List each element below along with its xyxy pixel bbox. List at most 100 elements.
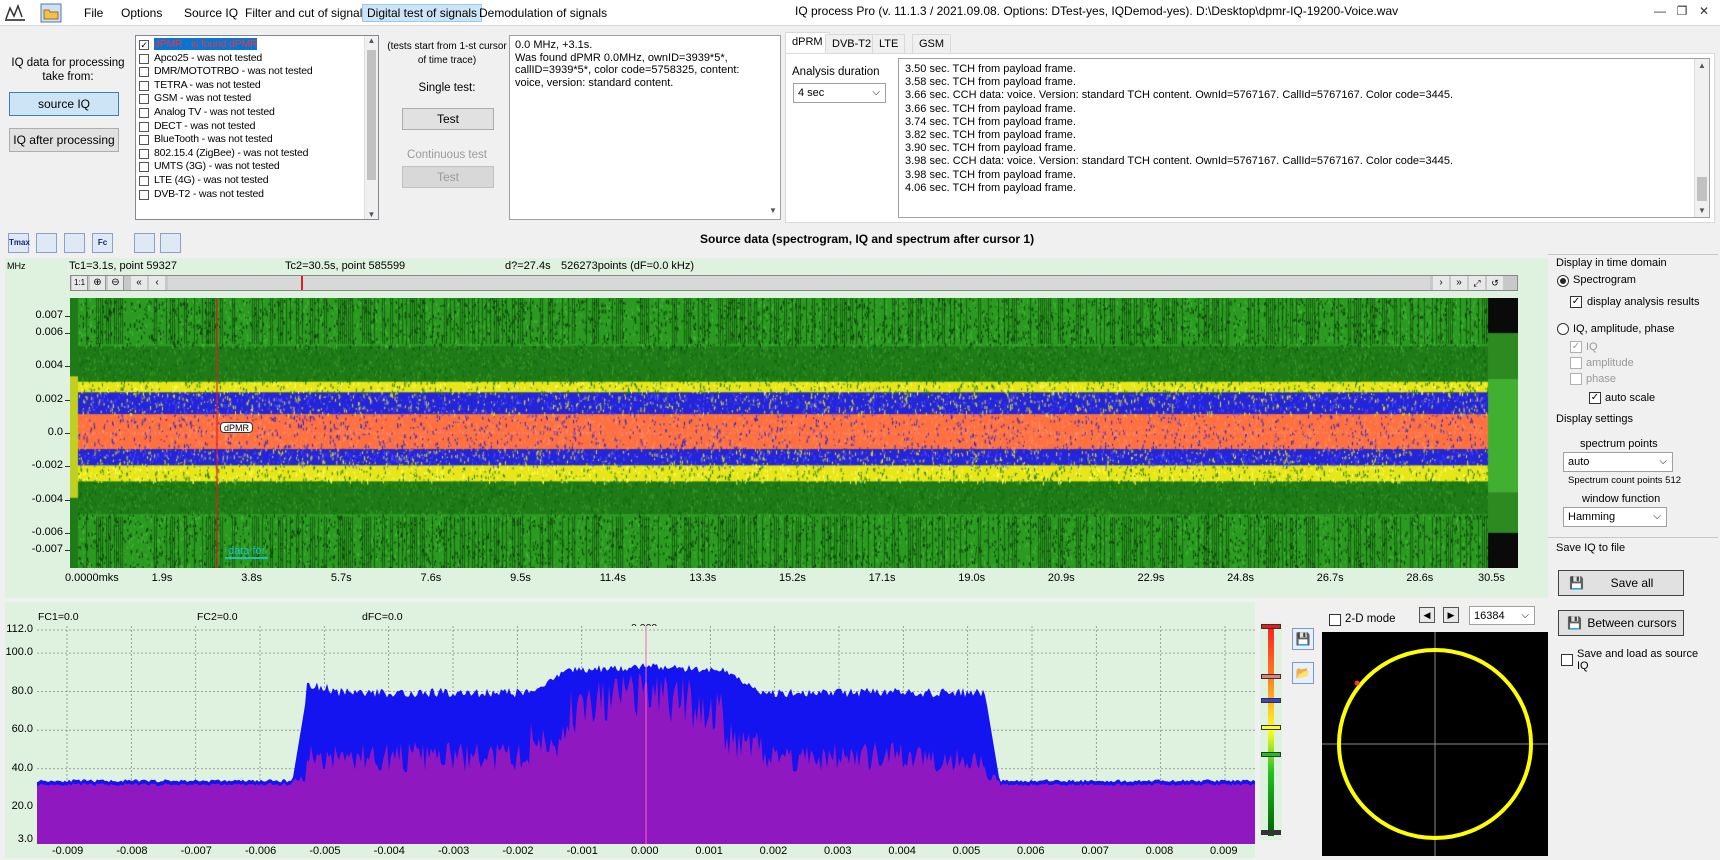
slider-handle[interactable] bbox=[1261, 725, 1281, 730]
analysis-duration-select[interactable]: 4 sec ⌵ bbox=[793, 83, 886, 103]
menu-file[interactable]: File bbox=[80, 4, 107, 22]
time-scroll-track[interactable] bbox=[168, 276, 1430, 290]
signal-list-item[interactable]: BlueTooth - was not tested bbox=[136, 133, 378, 147]
save-spectrum-icon[interactable]: 💾 bbox=[1292, 628, 1314, 650]
iq-plot[interactable] bbox=[1322, 632, 1548, 856]
signal-list-item[interactable]: ✓ dPMR - is found dPMR bbox=[136, 38, 378, 52]
iq-amp-phase-radio[interactable] bbox=[1557, 323, 1569, 335]
tab-dprm[interactable]: dPRM bbox=[785, 32, 830, 53]
restore-icon[interactable]: ❐ bbox=[1674, 4, 1690, 18]
scroll-next-icon[interactable]: › bbox=[1433, 276, 1449, 290]
signal-checkbox[interactable] bbox=[139, 94, 149, 105]
menu-source-iq[interactable]: Source IQ bbox=[180, 4, 242, 22]
signal-list-item[interactable]: TETRA - was not tested bbox=[136, 79, 378, 93]
scroll-first-icon[interactable]: « bbox=[131, 276, 147, 290]
tab-lte[interactable]: LTE bbox=[872, 34, 906, 53]
signal-list-item[interactable]: DECT - was not tested bbox=[136, 120, 378, 134]
reset-icon[interactable]: ↺ bbox=[1487, 276, 1503, 290]
2d-mode-checkbox[interactable] bbox=[1329, 614, 1341, 626]
cursor-left-icon[interactable] bbox=[134, 233, 155, 253]
signal-list-item[interactable]: DVB-T2 - was not tested bbox=[136, 188, 378, 202]
signal-checkbox[interactable] bbox=[139, 53, 149, 64]
zoom-in-icon[interactable]: ⊕ bbox=[90, 276, 106, 290]
signal-list[interactable]: ✓ dPMR - is found dPMR Apco25 - was not te… bbox=[135, 35, 379, 220]
log-scroll-down-icon[interactable]: ▼ bbox=[1695, 204, 1709, 217]
scroll-prev-icon[interactable]: ‹ bbox=[149, 276, 165, 290]
signal-list-scrollbar[interactable]: ▲ ▼ bbox=[364, 36, 378, 219]
save-all-button[interactable]: 💾 Save all bbox=[1558, 570, 1684, 596]
slider-handle[interactable] bbox=[1261, 698, 1281, 703]
tab-gsm[interactable]: GSM bbox=[912, 34, 952, 53]
spectrogram-x-tick: 17.1s bbox=[868, 572, 896, 584]
phase-checkbox[interactable] bbox=[1570, 373, 1582, 385]
minimize-icon[interactable]: — bbox=[1652, 4, 1668, 18]
signal-list-item[interactable]: 802.15.4 (ZigBee) - was not tested bbox=[136, 147, 378, 161]
zoom-out-icon[interactable]: ⊖ bbox=[108, 276, 124, 290]
menu-digital-test[interactable]: Digital test of signals bbox=[362, 4, 483, 22]
signal-list-item[interactable]: LTE (4G) - was not tested bbox=[136, 174, 378, 188]
zoom-1-1-button[interactable]: 1:1 bbox=[72, 276, 88, 290]
between-cursors-button[interactable]: 💾 Between cursors bbox=[1558, 610, 1684, 636]
signal-checkbox[interactable] bbox=[139, 189, 149, 200]
spectrum-plot[interactable] bbox=[37, 626, 1255, 844]
fit-icon[interactable]: ⤢ bbox=[1469, 276, 1485, 290]
iq-after-processing-button[interactable]: IQ after processing bbox=[9, 128, 119, 152]
scroll-down-icon[interactable]: ▼ bbox=[365, 210, 378, 219]
signal-list-item[interactable]: GSM - was not tested bbox=[136, 92, 378, 106]
iq-checkbox[interactable]: ✓ bbox=[1570, 341, 1582, 353]
dpmr-marker-label[interactable]: dPMR bbox=[220, 422, 254, 433]
source-iq-button[interactable]: source IQ bbox=[9, 92, 119, 116]
signal-checkbox[interactable] bbox=[139, 80, 149, 91]
continuous-test-button[interactable]: Test bbox=[402, 166, 494, 188]
time-scrollbar[interactable]: 1:1 ⊕ ⊖ « ‹ › » ⤢ ↺ bbox=[70, 275, 1518, 291]
signal-checkbox[interactable]: ✓ bbox=[139, 40, 149, 50]
color-chart-icon[interactable] bbox=[64, 233, 85, 253]
scroll-up-icon[interactable]: ▲ bbox=[365, 36, 378, 45]
signal-checkbox[interactable] bbox=[139, 121, 149, 132]
fc-icon[interactable]: Fc bbox=[92, 233, 113, 253]
slider-handle[interactable] bbox=[1261, 830, 1281, 835]
display-results-checkbox[interactable]: ✓ bbox=[1570, 296, 1582, 308]
scroll-last-icon[interactable]: » bbox=[1451, 276, 1467, 290]
signal-list-item[interactable]: Apco25 - was not tested bbox=[136, 52, 378, 66]
open-spectrum-icon[interactable]: 📂 bbox=[1292, 662, 1314, 684]
signal-checkbox[interactable] bbox=[139, 175, 149, 186]
cursor-right-icon[interactable] bbox=[160, 233, 181, 253]
scroll-thumb[interactable] bbox=[367, 50, 376, 180]
auto-scale-checkbox[interactable]: ✓ bbox=[1589, 392, 1601, 404]
signal-list-item[interactable]: Analog TV - was not tested bbox=[136, 106, 378, 120]
menu-options[interactable]: Options bbox=[117, 4, 166, 22]
signal-checkbox[interactable] bbox=[139, 162, 149, 173]
result-scroll-down-icon[interactable]: ▼ bbox=[766, 205, 780, 219]
single-test-button[interactable]: Test bbox=[402, 108, 494, 130]
window-function-select[interactable]: Hamming ⌵ bbox=[1563, 507, 1667, 527]
signal-list-item[interactable]: UMTS (3G) - was not tested bbox=[136, 160, 378, 174]
log-scroll-thumb[interactable] bbox=[1697, 177, 1707, 201]
signal-list-item[interactable]: DMR/MOTOTRBO - was not tested bbox=[136, 65, 378, 79]
open-folder-icon[interactable] bbox=[40, 3, 62, 23]
signal-checkbox[interactable] bbox=[139, 135, 149, 146]
fft-size-select[interactable]: 16384 ⌵ bbox=[1469, 606, 1535, 625]
tmax-icon[interactable]: Tmax bbox=[8, 233, 30, 253]
iq-next-icon[interactable]: ▶ bbox=[1443, 607, 1459, 623]
signal-checkbox[interactable] bbox=[139, 148, 149, 159]
slider-handle[interactable] bbox=[1261, 624, 1281, 629]
menu-filter-cut[interactable]: Filter and cut of signal bbox=[241, 4, 366, 22]
spectrogram-radio[interactable] bbox=[1557, 275, 1569, 287]
tab-dvb-t2[interactable]: DVB-T2 bbox=[825, 34, 879, 53]
spectrum-points-select[interactable]: auto ⌵ bbox=[1563, 452, 1673, 472]
slider-handle[interactable] bbox=[1261, 674, 1281, 679]
color-scale-slider[interactable] bbox=[1260, 622, 1282, 840]
log-scroll-up-icon[interactable]: ▲ bbox=[1695, 59, 1709, 72]
amplitude-checkbox[interactable] bbox=[1570, 357, 1582, 369]
iq-prev-icon[interactable]: ◀ bbox=[1419, 607, 1435, 623]
slider-handle[interactable] bbox=[1261, 752, 1281, 757]
signal-checkbox[interactable] bbox=[139, 67, 149, 78]
close-icon[interactable]: ✕ bbox=[1696, 4, 1712, 18]
spectrogram-canvas[interactable] bbox=[70, 298, 1518, 568]
signal-checkbox[interactable] bbox=[139, 107, 149, 118]
menu-demodulation[interactable]: Demodulation of signals bbox=[475, 4, 611, 22]
save-load-checkbox[interactable] bbox=[1561, 654, 1573, 666]
spectrogram-plot[interactable]: dPMR data for bbox=[70, 298, 1518, 568]
spectrum-chart-icon[interactable] bbox=[36, 233, 57, 253]
